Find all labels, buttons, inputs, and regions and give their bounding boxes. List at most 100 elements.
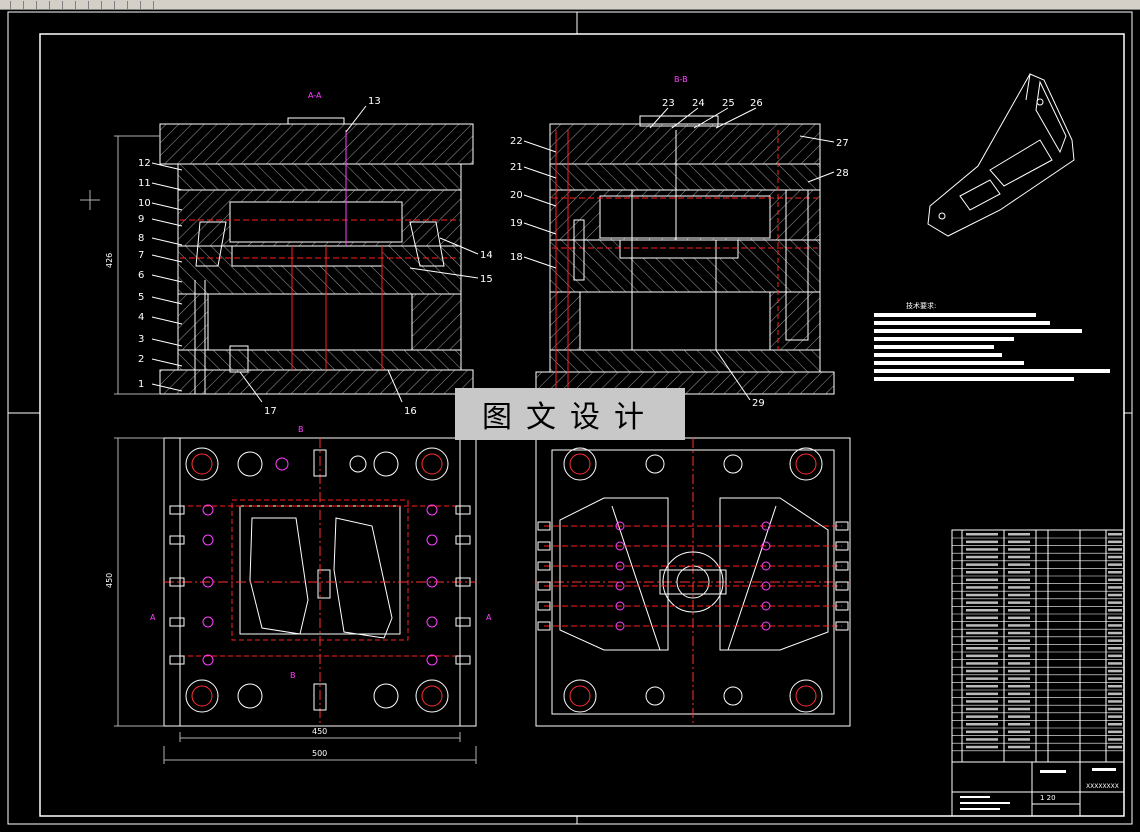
callout-2: 2 — [138, 354, 144, 365]
stamp-text: 图文设计 — [482, 400, 658, 435]
print-icon[interactable] — [26, 0, 37, 9]
bolt — [169, 535, 185, 545]
callout-21: 21 — [510, 162, 523, 173]
bom-cell — [966, 555, 998, 559]
bom-cell — [1008, 730, 1030, 734]
bom-cell — [1108, 677, 1122, 680]
view-marker-a-left: A — [150, 613, 156, 622]
bom-cell — [1108, 548, 1122, 551]
bom-cell — [1108, 715, 1122, 718]
bom-cell — [1008, 647, 1030, 650]
bom-cell — [1008, 685, 1030, 688]
bolt-hole — [426, 616, 438, 628]
section-b-label: B-B — [674, 75, 688, 84]
bom-cell — [966, 647, 998, 650]
bom-cell — [966, 677, 998, 680]
bom-cell — [1108, 647, 1122, 650]
bom-cell — [1008, 601, 1030, 604]
callout-17: 17 — [264, 406, 277, 417]
title-block-code: XXXXXXXX — [1086, 783, 1119, 790]
zoom-icon[interactable] — [117, 0, 128, 9]
bolt — [455, 655, 471, 665]
bolt-hole — [426, 534, 438, 546]
bom-cell — [966, 540, 998, 544]
view-marker-a-right: A — [486, 613, 492, 622]
bom-cell — [1008, 654, 1030, 658]
callout-8: 8 — [138, 233, 144, 244]
bom-cell — [1108, 662, 1122, 665]
open-icon[interactable] — [0, 0, 11, 9]
bom-cell — [966, 616, 998, 620]
properties-icon[interactable] — [130, 0, 141, 9]
bom-cell — [1008, 669, 1030, 673]
bom-cell — [1008, 700, 1030, 703]
dim-width-inner-label: 450 — [312, 727, 327, 736]
callout-6: 6 — [138, 270, 144, 281]
layer-icon[interactable] — [143, 0, 154, 9]
dim-width-outer-label: 500 — [312, 749, 327, 758]
bolt-hole — [202, 616, 214, 628]
callout-4: 4 — [138, 312, 144, 323]
callout-13: 13 — [368, 96, 381, 107]
undo-icon[interactable] — [78, 0, 89, 9]
bolt — [455, 617, 471, 627]
bom-cell — [1108, 738, 1122, 741]
bolt — [169, 617, 185, 627]
callout-10: 10 — [138, 198, 151, 209]
redo-icon[interactable] — [91, 0, 102, 9]
pan-icon[interactable] — [104, 0, 115, 9]
cut-icon[interactable] — [39, 0, 50, 9]
bom-cell — [1108, 609, 1122, 612]
callout-26: 26 — [750, 98, 763, 109]
bom-cell — [1008, 586, 1030, 589]
bom-cell — [966, 563, 998, 566]
callout-22: 22 — [510, 136, 523, 147]
title-block-sheet: 1 20 — [1040, 794, 1056, 802]
save-icon[interactable] — [13, 0, 24, 9]
bom-cell — [1108, 654, 1122, 658]
bom-cell — [1008, 631, 1030, 635]
bom-cell — [966, 707, 998, 711]
bom-cell — [1008, 677, 1030, 680]
bom-cell — [966, 639, 998, 642]
bom-cell — [966, 586, 998, 589]
copy-icon[interactable] — [52, 0, 63, 9]
callout-25: 25 — [722, 98, 735, 109]
bom-cell — [1008, 578, 1030, 582]
bom-cell — [1008, 593, 1030, 597]
bom-cell — [1008, 616, 1030, 620]
part-isometric-view — [927, 73, 1075, 237]
bom-cell — [966, 631, 998, 635]
bom-cell — [966, 700, 998, 703]
bom-cell — [966, 571, 998, 574]
bolt — [455, 535, 471, 545]
callout-15: 15 — [480, 274, 493, 285]
bom-cell — [1008, 692, 1030, 696]
bom-cell — [1008, 738, 1030, 741]
bom-cell — [1008, 555, 1030, 559]
bom-cell — [966, 578, 998, 582]
bolt — [169, 655, 185, 665]
bom-cell — [1008, 639, 1030, 642]
bom-cell — [1108, 723, 1122, 726]
paste-icon[interactable] — [65, 0, 76, 9]
bom-cell — [1008, 548, 1030, 551]
bom-cell — [1108, 540, 1122, 544]
bolt-hole — [202, 534, 214, 546]
bom-cell — [1108, 563, 1122, 566]
bom-cell — [1108, 685, 1122, 688]
bom-cell — [966, 738, 998, 741]
callout-3: 3 — [138, 334, 144, 345]
bom-cell — [1108, 593, 1122, 597]
bom-cell — [1108, 586, 1122, 589]
callout-24: 24 — [692, 98, 705, 109]
callout-11: 11 — [138, 178, 151, 189]
callout-18: 18 — [510, 252, 523, 263]
bom-cell — [1008, 540, 1030, 544]
technical-requirements: 技术要求: — [874, 301, 1110, 381]
bom-cell — [1108, 631, 1122, 635]
bom-cell — [966, 723, 998, 726]
bom-cell — [1008, 745, 1030, 749]
callout-5: 5 — [138, 292, 144, 303]
bom-cell — [1108, 601, 1122, 604]
